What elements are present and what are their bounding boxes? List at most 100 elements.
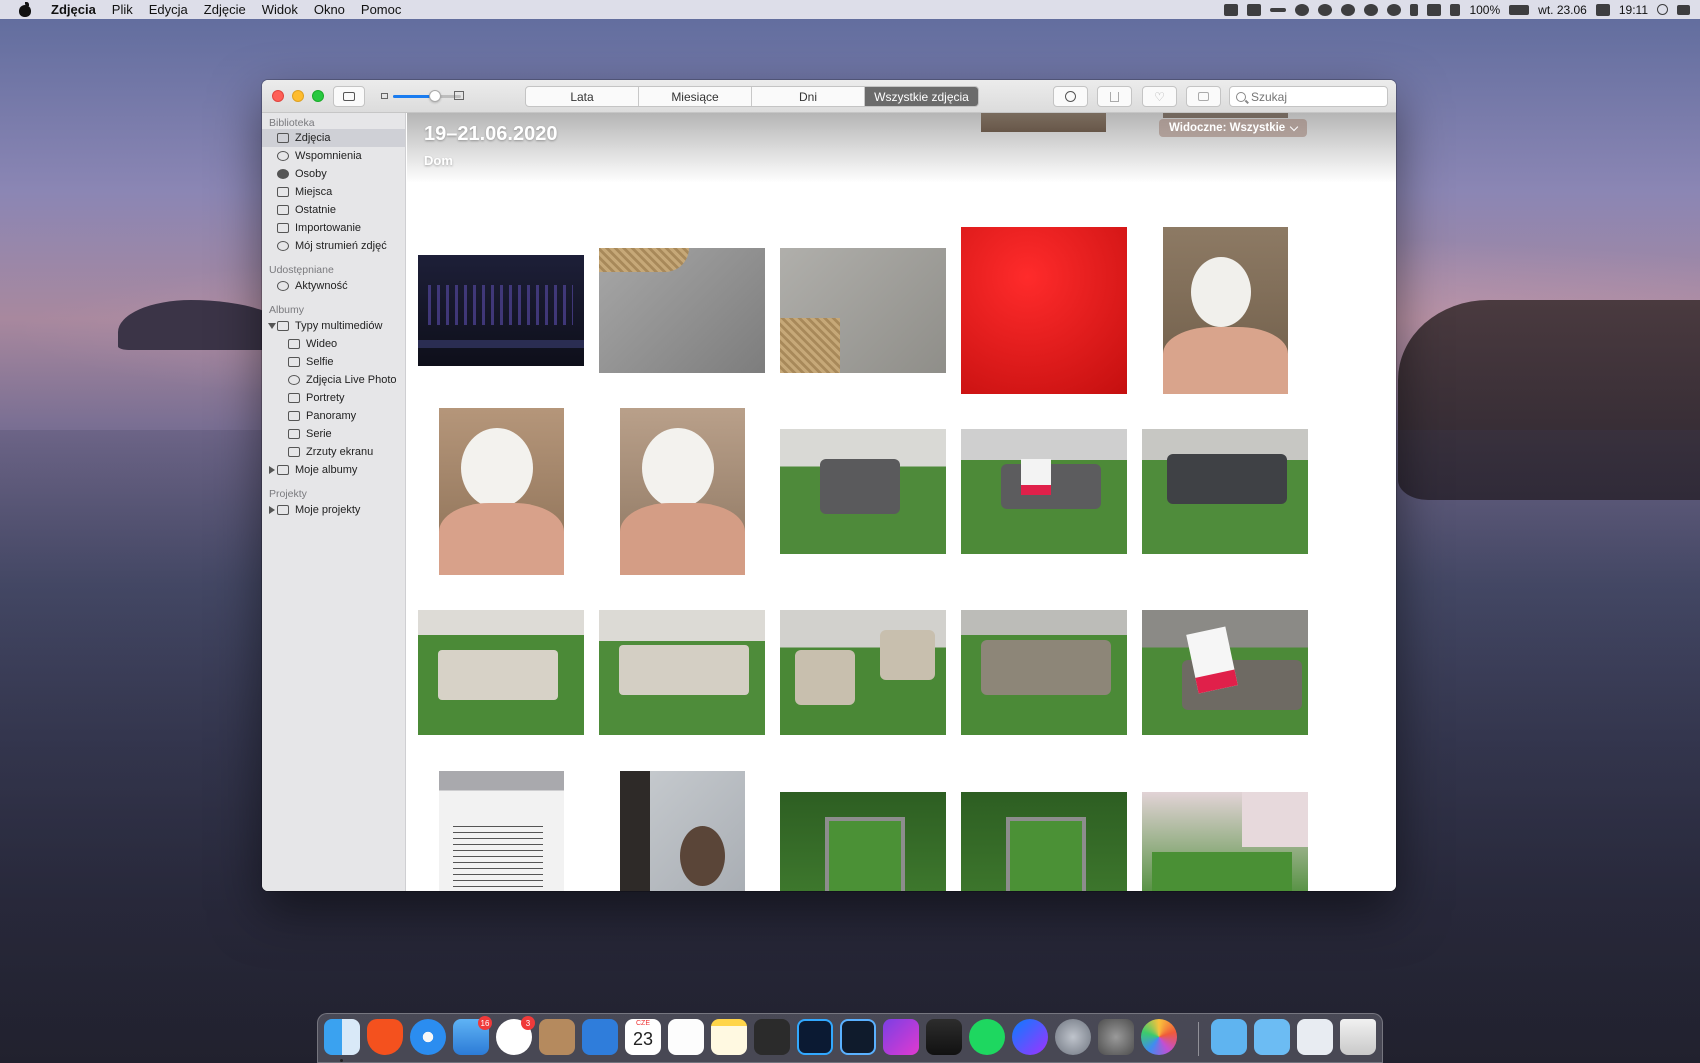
tab-days[interactable]: Dni xyxy=(752,87,865,106)
minimize-button[interactable] xyxy=(292,90,304,102)
screenshots-stack-icon[interactable] xyxy=(1297,1019,1333,1055)
sidebar-item-my-projects[interactable]: Moje projekty xyxy=(262,501,405,519)
volume-icon[interactable] xyxy=(1450,3,1461,16)
share-button[interactable] xyxy=(1097,86,1132,107)
sidebar-toggle-button[interactable] xyxy=(333,86,365,107)
sidebar-item-selfies[interactable]: Selfie xyxy=(262,353,405,371)
safari-icon[interactable] xyxy=(410,1019,446,1055)
notification-center-icon[interactable] xyxy=(1677,4,1690,15)
photoshop-icon[interactable] xyxy=(797,1019,833,1055)
affinity-photo-icon[interactable] xyxy=(883,1019,919,1055)
photo-thumbnail[interactable] xyxy=(439,771,564,891)
sidebar-item-photos[interactable]: Zdjęcia xyxy=(262,129,405,147)
photo-thumbnail[interactable] xyxy=(1142,610,1308,735)
sidebar-item-live-photos[interactable]: Zdjęcia Live Photo xyxy=(262,371,405,389)
calendar-icon[interactable]: CZE 23 xyxy=(625,1019,661,1055)
menu-file[interactable]: Plik xyxy=(112,2,133,17)
photo-thumbnail[interactable] xyxy=(961,792,1127,891)
search-input[interactable] xyxy=(1251,89,1381,104)
spotify-icon[interactable] xyxy=(969,1019,1005,1055)
photo-thumbnail[interactable] xyxy=(961,610,1127,735)
sidebar-item-photo-stream[interactable]: Mój strumień zdjęć xyxy=(262,237,405,255)
tasks-app-icon[interactable] xyxy=(582,1019,618,1055)
sidebar-item-bursts[interactable]: Serie xyxy=(262,425,405,443)
tab-all-photos[interactable]: Wszystkie zdjęcia xyxy=(865,87,978,106)
zoom-button[interactable] xyxy=(312,90,324,102)
more-icon[interactable] xyxy=(1270,7,1287,12)
zoom-slider[interactable] xyxy=(393,90,461,102)
photo-thumbnail[interactable] xyxy=(780,429,946,554)
menu-image[interactable]: Zdjęcie xyxy=(204,2,246,17)
creative-cloud-icon[interactable] xyxy=(1295,3,1310,16)
photo-thumbnail[interactable] xyxy=(599,610,765,735)
close-button[interactable] xyxy=(272,90,284,102)
sidebar-item-activity[interactable]: Aktywność xyxy=(262,277,405,295)
sidebar-item-people[interactable]: Osoby xyxy=(262,165,405,183)
info-button[interactable] xyxy=(1053,86,1088,107)
sidebar-item-recent[interactable]: Ostatnie xyxy=(262,201,405,219)
system-preferences-icon[interactable] xyxy=(1098,1019,1134,1055)
photo-thumbnail[interactable] xyxy=(620,408,745,575)
sidebar-item-portraits[interactable]: Portrety xyxy=(262,389,405,407)
menu-edit[interactable]: Edycja xyxy=(149,2,188,17)
photo-thumbnail[interactable] xyxy=(780,248,946,373)
final-cut-pro-icon[interactable] xyxy=(926,1019,962,1055)
tab-years[interactable]: Lata xyxy=(526,87,639,106)
visible-filter-button[interactable]: Widoczne: Wszystkie xyxy=(1159,119,1308,137)
vpn-icon[interactable] xyxy=(1364,3,1379,16)
photo-thumbnail[interactable] xyxy=(418,610,584,735)
archive-app-icon[interactable] xyxy=(539,1019,575,1055)
launchpad-icon[interactable] xyxy=(1055,1019,1091,1055)
airplay-icon[interactable] xyxy=(1595,3,1610,16)
notes-icon[interactable] xyxy=(711,1019,747,1055)
sidebar-item-panoramas[interactable]: Panoramy xyxy=(262,407,405,425)
photo-thumbnail[interactable] xyxy=(620,771,745,891)
tab-months[interactable]: Miesiące xyxy=(639,87,752,106)
app-status-icon-2[interactable] xyxy=(1341,3,1356,16)
sidebar-item-videos[interactable]: Wideo xyxy=(262,335,405,353)
messenger-icon[interactable] xyxy=(1012,1019,1048,1055)
menu-window[interactable]: Okno xyxy=(314,2,345,17)
photo-thumbnail[interactable] xyxy=(1142,792,1308,891)
dropbox-icon[interactable] xyxy=(1224,3,1239,16)
photo-thumbnail[interactable] xyxy=(599,248,765,373)
disclosure-closed-icon[interactable] xyxy=(269,506,275,514)
disclosure-closed-icon[interactable] xyxy=(269,466,275,474)
place-label[interactable]: Dom xyxy=(424,153,453,168)
photo-thumbnail[interactable] xyxy=(780,792,946,891)
sidebar-item-places[interactable]: Miejsca xyxy=(262,183,405,201)
spotlight-icon[interactable] xyxy=(1657,4,1668,15)
menu-date[interactable]: wt. 23.06 xyxy=(1538,3,1587,17)
sidebar-item-memories[interactable]: Wspomnienia xyxy=(262,147,405,165)
favorite-button[interactable]: ♡ xyxy=(1142,86,1177,107)
finder-icon[interactable] xyxy=(324,1019,360,1055)
menu-app-name[interactable]: Zdjęcia xyxy=(51,2,96,17)
sidebar-item-screenshots[interactable]: Zrzuty ekranu xyxy=(262,443,405,461)
time-machine-icon[interactable] xyxy=(1387,3,1402,16)
disclosure-open-icon[interactable] xyxy=(268,323,276,329)
photo-thumbnail[interactable] xyxy=(1163,227,1288,394)
app-status-icon[interactable] xyxy=(1318,3,1333,16)
search-field[interactable] xyxy=(1229,86,1388,107)
photo-thumbnail[interactable] xyxy=(439,408,564,575)
display-icon[interactable] xyxy=(1247,3,1262,16)
photo-thumbnail[interactable] xyxy=(1142,429,1308,554)
rotate-button[interactable] xyxy=(1186,86,1221,107)
wifi-icon[interactable] xyxy=(1427,3,1442,16)
bluetooth-icon[interactable] xyxy=(1410,3,1419,16)
menu-view[interactable]: Widok xyxy=(262,2,298,17)
ia-writer-icon[interactable] xyxy=(754,1019,790,1055)
sidebar-item-my-albums[interactable]: Moje albumy xyxy=(262,461,405,479)
lightroom-classic-icon[interactable] xyxy=(840,1019,876,1055)
photo-thumbnail[interactable] xyxy=(418,255,584,366)
downloads-folder-icon[interactable] xyxy=(1211,1019,1247,1055)
documents-folder-icon[interactable] xyxy=(1254,1019,1290,1055)
zoom-slider-knob[interactable] xyxy=(429,90,442,102)
photos-icon[interactable] xyxy=(1141,1019,1177,1055)
menu-time[interactable]: 19:11 xyxy=(1619,3,1648,17)
sidebar-item-imports[interactable]: Importowanie xyxy=(262,219,405,237)
photo-thumbnail[interactable] xyxy=(961,227,1127,394)
photo-thumbnail[interactable] xyxy=(780,610,946,735)
zoom-in-icon[interactable] xyxy=(454,91,464,100)
menu-help[interactable]: Pomoc xyxy=(361,2,401,17)
